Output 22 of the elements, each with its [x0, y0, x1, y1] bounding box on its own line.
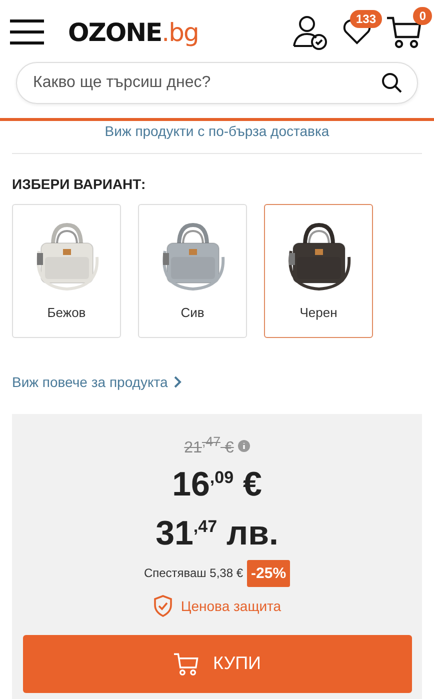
logo[interactable]: OZONE.bg	[68, 18, 198, 46]
cart-icon	[173, 652, 199, 676]
cart-count: 0	[413, 7, 432, 25]
info-icon[interactable]	[238, 440, 250, 452]
price-bgn: 31$^{,47}$ лв.	[156, 512, 278, 554]
variant-option[interactable]: Сив	[138, 204, 247, 338]
more-link[interactable]: Виж повече за продукта	[12, 374, 182, 390]
variant-option[interactable]: Бежов	[12, 204, 121, 338]
search-icon[interactable]	[381, 72, 403, 94]
user-check-icon[interactable]	[292, 14, 328, 50]
search-bar[interactable]: Какво ще търсиш днес?	[16, 62, 418, 104]
discount-badge: -25%	[247, 560, 290, 587]
menu-icon[interactable]	[8, 18, 46, 46]
section-title: ИЗБЕРИ ВАРИАНТ:	[12, 176, 147, 192]
price-eur: 16$^{,09}$ €	[172, 464, 262, 506]
shield-check-icon	[152, 594, 173, 617]
price-protection: Ценова защита	[180, 598, 282, 614]
wishlist-count: 133	[350, 10, 382, 28]
savings-text: Спестяваш 5,38 €	[144, 566, 244, 580]
chevron-icon	[174, 376, 182, 388]
variant-option[interactable]: Черен	[264, 204, 373, 338]
delivery-link[interactable]: Виж продукти с по-бърза доставка	[12, 121, 422, 154]
